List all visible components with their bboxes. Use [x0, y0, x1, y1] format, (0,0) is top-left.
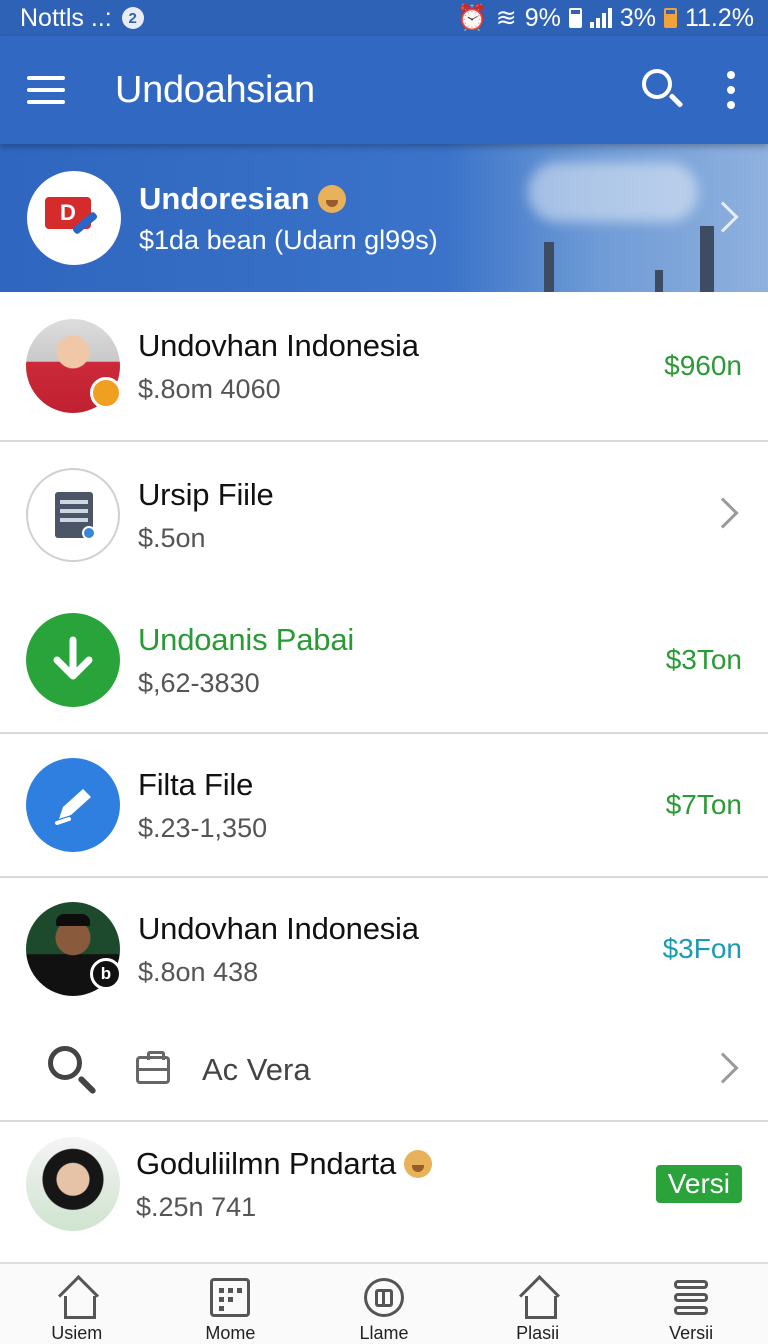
item-amount: $960n [664, 350, 742, 381]
status-bar: Nottls ..: 2 ⏰ ≋ 9% 3% 11.2% [0, 0, 768, 36]
badge-icon: b [90, 958, 122, 990]
chevron-right-icon[interactable] [707, 496, 739, 529]
search-icon[interactable] [46, 1044, 98, 1096]
cloud-decoration [528, 162, 698, 222]
battery-icon [663, 8, 677, 28]
chevron-right-icon[interactable] [707, 198, 739, 238]
version-badge[interactable]: Versi [655, 1165, 742, 1203]
search-icon[interactable] [638, 65, 688, 115]
list-item[interactable]: b Undovhan Indonesia $.8on 438 $3Fon [0, 878, 768, 1020]
item-amount: $3Ton [665, 644, 742, 675]
nav-item-plasii[interactable]: Plasii [461, 1264, 615, 1344]
nav-label: Mome [205, 1323, 256, 1343]
nav-item-versii[interactable]: Versii [614, 1264, 768, 1344]
emoji-face-icon [404, 1149, 433, 1178]
wifi-percent: 9% [524, 3, 561, 32]
nav-label: Versii [669, 1323, 714, 1343]
item-subtitle: $.8on 438 [138, 956, 259, 987]
app-title: Undoahsian [115, 68, 315, 111]
bottom-navigation: Usiem Mome Llame Plasii Versii [0, 1262, 768, 1344]
featured-banner[interactable]: D Undoresian $1da bean (Udarn gl99s) [0, 144, 768, 292]
item-subtitle: $.23-1,350 [138, 812, 268, 843]
item-title-wrap: Goduliilmn Pndarta [136, 1146, 656, 1182]
status-notifications-text: Nottls ..: [20, 3, 112, 32]
item-title: Undovhan Indonesia [138, 327, 419, 363]
download-arrow-icon [26, 613, 120, 707]
item-title: Goduliilmn Pndarta [136, 1145, 397, 1181]
nav-label: Plasii [516, 1323, 560, 1343]
calendar-icon [210, 1278, 251, 1317]
list-item[interactable]: Undovhan Indonesia $.8om 4060 $960n [0, 292, 768, 442]
nav-item-llame[interactable]: Llame [307, 1264, 461, 1344]
list-item[interactable]: Ursip Fiile $.5on [0, 442, 768, 588]
avatar [26, 1137, 120, 1231]
tower-decoration [700, 226, 714, 292]
briefcase-icon [136, 1051, 170, 1084]
nav-label: Llame [359, 1323, 409, 1343]
app-logo: D [27, 171, 121, 265]
alarm-icon: ⏰ [456, 3, 488, 32]
nav-item-usiem[interactable]: Usiem [0, 1264, 154, 1344]
avatar [26, 319, 122, 413]
badge-icon [90, 377, 122, 409]
item-subtitle: $.25n 741 [136, 1191, 257, 1222]
notification-count-icon: 2 [121, 7, 144, 29]
stack-icon [671, 1278, 711, 1317]
battery-percent: 11.2% [684, 3, 754, 32]
banner-title: Undoresian [139, 180, 310, 216]
banner-subtitle: $1da bean (Udarn gl99s) [139, 224, 438, 255]
item-title: Ursip Fiile [138, 476, 274, 512]
battery-small-icon [568, 8, 582, 28]
tower-decoration [655, 270, 663, 292]
list-item[interactable]: Filta File $.23-1,350 $7Ton [0, 734, 768, 878]
search-row[interactable]: Ac Vera [0, 1020, 768, 1122]
home-icon [57, 1278, 97, 1319]
edit-pen-icon [26, 758, 120, 852]
list-item[interactable]: Goduliilmn Pndarta $.25n 741 Versi [0, 1122, 768, 1246]
chevron-right-icon[interactable] [707, 1051, 739, 1084]
search-row-label: Ac Vera [202, 1052, 311, 1087]
item-amount: $3Fon [662, 933, 742, 964]
item-amount: $7Ton [665, 789, 742, 820]
item-subtitle: $.8om 4060 [138, 373, 281, 404]
list-item[interactable]: Undoanis Pabai $,62-3830 $3Ton [0, 588, 768, 734]
nav-item-mome[interactable]: Mome [154, 1264, 308, 1344]
wifi-icon: ≋ [495, 4, 517, 32]
item-subtitle: $.5on [138, 522, 206, 553]
more-options-icon[interactable] [726, 71, 736, 109]
signal-icon [589, 8, 612, 28]
item-list: Undovhan Indonesia $.8om 4060 $960n Ursi… [0, 292, 768, 1246]
app-bar: Undoahsian [0, 36, 768, 144]
item-subtitle: $,62-3830 [138, 667, 260, 698]
item-title: Undoanis Pabai [138, 621, 355, 657]
document-icon [26, 468, 120, 562]
nav-label: Usiem [51, 1323, 103, 1343]
grid-circle-icon [363, 1278, 404, 1317]
menu-icon[interactable] [27, 76, 65, 104]
item-title: Undovhan Indonesia [138, 910, 419, 946]
home-icon [518, 1278, 558, 1319]
emoji-face-icon [317, 184, 346, 213]
avatar: b [26, 902, 122, 996]
signal-percent: 3% [619, 3, 656, 32]
item-title: Filta File [138, 766, 254, 802]
tower-decoration [544, 242, 554, 292]
